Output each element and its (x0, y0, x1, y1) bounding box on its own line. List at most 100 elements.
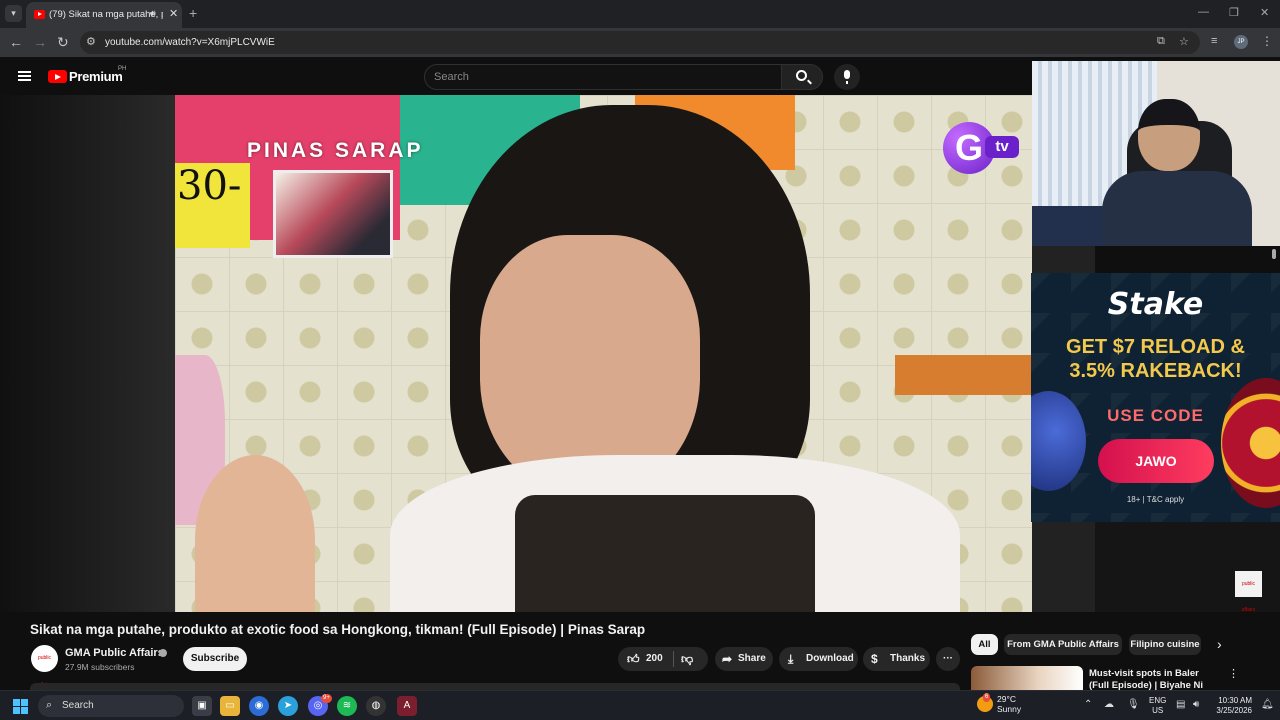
share-button[interactable]: ➦ Share (715, 647, 773, 671)
chrome-icon[interactable]: ◉ (249, 696, 269, 716)
notification-icon[interactable]: 🔔︎ (1261, 699, 1274, 710)
search-button[interactable] (781, 64, 823, 90)
browser-menu-icon[interactable]: ⋮ (1261, 34, 1273, 48)
windows-taskbar: ⌕ Search ▣ ▭ ◉ ➤ ◎ 9+ ≋ ◍ A 6 29°C Sunny … (0, 690, 1280, 720)
ad-fine-print: 18+ | T&C apply (1126, 495, 1185, 504)
channel-avatar[interactable]: public affairs (31, 645, 58, 688)
search-icon (796, 70, 807, 81)
download-icon: ⤓ (788, 652, 794, 666)
show-title-overlay: PINAS SARAP (247, 139, 424, 162)
reload-icon[interactable]: ↻ (57, 34, 69, 51)
language-code: ENG (1149, 696, 1167, 705)
weather-condition: Sunny (997, 704, 1022, 714)
more-actions-icon[interactable]: ··· (936, 647, 960, 671)
media-controls-icon[interactable]: ≡ (1211, 35, 1217, 47)
verified-badge-icon (159, 649, 167, 657)
profile-avatar[interactable]: JP (1234, 35, 1248, 49)
taskbar-search[interactable]: ⌕ Search (38, 695, 184, 717)
thanks-label: Thanks (890, 653, 926, 664)
task-view-icon[interactable]: ▣ (192, 696, 212, 716)
taskbar-search-label: Search (62, 700, 94, 711)
windows-start-icon[interactable] (13, 699, 28, 714)
chip-all[interactable]: All (971, 634, 998, 655)
video-player[interactable]: 30- PINAS SARAP G tv (175, 95, 1032, 612)
channel-name[interactable]: GMA Public Affairs (65, 647, 164, 659)
bed (1032, 206, 1107, 246)
yellow-sign: 30- (175, 163, 250, 248)
chip-filipino-cuisine[interactable]: Filipino cuisine (1129, 634, 1201, 655)
recommended-menu-icon[interactable]: ⋮ (1228, 667, 1239, 680)
gtv-tv-glyph: tv (985, 136, 1019, 158)
share-icon: ➦ (722, 652, 733, 666)
like-count[interactable]: 200 (646, 647, 663, 671)
recommended-thumbnail[interactable] (971, 666, 1083, 690)
ad-use-code-label: USE CODE (1107, 406, 1204, 425)
language-indicator[interactable]: ENG US (1149, 696, 1166, 716)
voice-search-button[interactable] (834, 64, 860, 90)
hamburger-menu-icon[interactable] (18, 71, 31, 81)
page-scrollbar[interactable] (1272, 249, 1276, 259)
app-a-icon[interactable]: A (397, 696, 417, 716)
video-letterbox-left (0, 95, 175, 612)
search-placeholder: Search (434, 71, 469, 83)
back-icon[interactable]: ← (9, 34, 23, 50)
region-code: PH (118, 66, 127, 72)
weather-widget[interactable]: 29°C Sunny (997, 694, 1021, 714)
chip-from-channel[interactable]: From GMA Public Affairs (1004, 634, 1122, 655)
weather-icon[interactable]: 6 (977, 693, 993, 712)
time: 10:30 AM (1218, 696, 1252, 705)
tab-search-icon[interactable]: ▾ (5, 5, 22, 22)
ad-headline-line-1: GET $7 RELOAD & (1066, 336, 1245, 358)
chevron-right-icon[interactable]: › (1217, 636, 1222, 652)
spotify-icon[interactable]: ≋ (337, 696, 357, 716)
new-tab-icon[interactable]: + (189, 5, 197, 21)
tray-mic-icon[interactable]: 🎙︎ (1127, 699, 1140, 710)
window-close-icon[interactable]: ✕ (1260, 6, 1269, 19)
url-text: youtube.com/watch?v=X6mjPLCVWiE (105, 37, 275, 48)
browser-tab-bar: ▾ (79) Sikat na mga putahe, p 🔊︎ ✕ + — ❐… (0, 0, 1280, 28)
network-icon[interactable]: ▤ (1176, 699, 1185, 710)
discord-icon[interactable]: ◎ 9+ (308, 694, 332, 716)
telegram-icon[interactable]: ➤ (278, 696, 298, 716)
minimize-icon[interactable]: — (1198, 6, 1209, 18)
subscribe-button[interactable]: Subscribe (183, 647, 247, 671)
tray-chevron-icon[interactable]: ⌃ (1084, 699, 1092, 710)
maximize-icon[interactable]: ❐ (1229, 6, 1239, 19)
thumbs-up-icon[interactable]: 👍︎ (627, 647, 640, 671)
cast-icon[interactable]: ⧉ (1157, 35, 1165, 48)
streamer-body (1102, 171, 1252, 246)
youtube-logo-icon[interactable] (48, 70, 67, 83)
ad-code-button[interactable]: JAWO (1098, 439, 1214, 483)
volume-icon[interactable]: 🔊︎ (1193, 699, 1199, 710)
tab-close-icon[interactable]: ✕ (169, 7, 178, 20)
speaker-icon[interactable]: 🔊︎ (150, 8, 156, 19)
microphone-icon (844, 70, 850, 84)
temperature: 29°C (997, 694, 1016, 704)
clock[interactable]: 10:30 AM 3/25/2026 (1212, 696, 1252, 716)
woman-apron (515, 495, 815, 612)
ad-headline-line-2: 3.5% RAKEBACK! (1069, 360, 1242, 382)
streamer-head (1138, 99, 1200, 171)
youtube-header: Premium PH Search (0, 57, 1032, 95)
channel-watermark[interactable]: public affairs (1235, 571, 1262, 613)
forward-icon[interactable]: → (33, 34, 47, 50)
file-explorer-icon[interactable]: ▭ (220, 696, 240, 716)
youtube-premium-label[interactable]: Premium (69, 69, 123, 84)
thumbs-down-icon[interactable]: 👎︎ (681, 647, 693, 671)
obs-icon[interactable]: ◍ (366, 696, 386, 716)
download-button[interactable]: ⤓ Download (779, 647, 858, 671)
browser-tab[interactable]: (79) Sikat na mga putahe, p 🔊︎ ✕ (26, 2, 182, 28)
stake-ad[interactable]: Stake GET $7 RELOAD & 3.5% RAKEBACK! USE… (1031, 273, 1280, 522)
thanks-button[interactable]: $ Thanks (863, 647, 930, 671)
search-input[interactable]: Search (424, 64, 782, 90)
address-bar-row: ← → ↻ ⚙ youtube.com/watch?v=X6mjPLCVWiE … (0, 28, 1280, 57)
bookmark-star-icon[interactable]: ☆ (1179, 35, 1189, 48)
site-info-icon[interactable]: ⚙ (86, 35, 96, 48)
omnibox[interactable]: ⚙ youtube.com/watch?v=X6mjPLCVWiE (80, 31, 1200, 54)
discord-badge: 9+ (321, 694, 332, 703)
onedrive-icon[interactable]: ☁ (1104, 699, 1114, 710)
recommended-title[interactable]: Must-visit spots in Baler (Full Episode)… (1089, 668, 1219, 690)
description-box[interactable] (30, 683, 960, 690)
taskbar-search-icon: ⌕ (46, 699, 53, 711)
webcam-overlay (1032, 61, 1280, 246)
